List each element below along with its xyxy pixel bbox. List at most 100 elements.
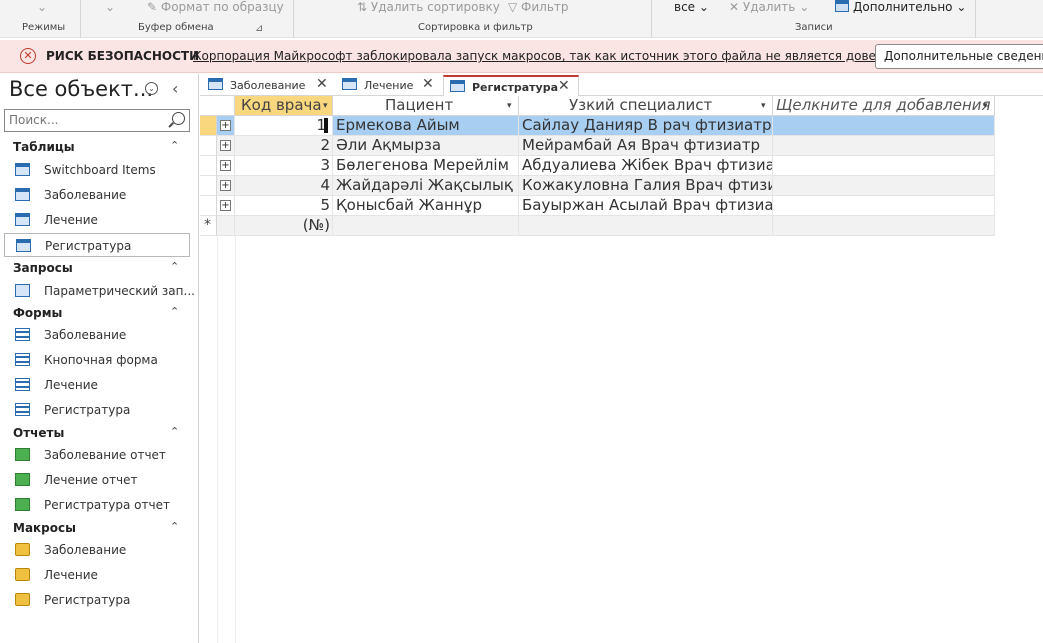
row-selector[interactable] xyxy=(200,196,217,216)
more-button[interactable]: Дополнительно ⌄ xyxy=(835,0,966,14)
report-icon xyxy=(15,498,30,511)
cell-empty[interactable] xyxy=(773,196,995,216)
row-selector[interactable] xyxy=(200,136,217,156)
chevron-up-icon[interactable]: ⌃ xyxy=(170,139,179,152)
nav-item-macro-registratura[interactable]: Регистратура xyxy=(4,588,190,612)
nav-item-form-registratura[interactable]: Регистратура xyxy=(4,398,190,422)
column-header-specialist[interactable]: Узкий специалист ▾ xyxy=(519,96,773,116)
cell-empty[interactable] xyxy=(773,156,995,176)
cell-specialist[interactable]: Абдуалиева Жібек Врач фтизиа xyxy=(519,156,773,176)
row-selector[interactable]: * xyxy=(200,216,217,236)
column-header-click-to-add[interactable]: Щелкните для добавления ▾ xyxy=(773,96,995,116)
nav-item-report-registratura[interactable]: Регистратура отчет xyxy=(4,493,190,517)
close-icon[interactable]: ✕ xyxy=(316,76,328,92)
cell-doctor-code[interactable]: 1 xyxy=(235,116,333,136)
format-painter-button[interactable]: ✎ Формат по образцу xyxy=(147,0,284,14)
close-icon[interactable]: ✕ xyxy=(422,76,434,92)
ribbon-divider xyxy=(651,0,652,38)
ribbon-divider xyxy=(975,0,976,38)
cell-empty[interactable] xyxy=(773,176,995,196)
cell-empty[interactable] xyxy=(773,136,995,156)
cell-patient[interactable] xyxy=(333,216,519,236)
refresh-all-button[interactable]: все ⌄ xyxy=(674,0,709,14)
cell-patient[interactable]: Бөлегенова Мерейлім xyxy=(333,156,519,176)
cell-doctor-code[interactable]: 4 xyxy=(235,176,333,196)
cell-doctor-code[interactable]: (№) xyxy=(235,216,333,236)
chevron-down-icon: ⌄ xyxy=(956,0,967,14)
more-info-button[interactable]: Дополнительные сведения xyxy=(875,44,1043,69)
nav-item-form-lechenie[interactable]: Лечение xyxy=(4,373,190,397)
column-header-patient[interactable]: Пациент ▾ xyxy=(333,96,519,116)
nav-item-report-lechenie[interactable]: Лечение отчет xyxy=(4,468,190,492)
chevron-up-icon[interactable]: ⌃ xyxy=(170,520,179,533)
column-header-doctor-code[interactable]: Код врача ▾ xyxy=(235,96,333,116)
nav-pane-title[interactable]: Все объект... xyxy=(9,77,153,101)
nav-item-macro-zabolevanie[interactable]: Заболевание xyxy=(4,538,190,562)
nav-section-forms[interactable]: Формы xyxy=(13,306,62,320)
cell-specialist[interactable]: Сайлау Данияр В рач фтизиатр xyxy=(519,116,773,136)
nav-menu-chevron-icon[interactable]: ⌄ xyxy=(145,82,158,95)
cell-specialist[interactable]: Кожакуловна Галия Врач фтизиат xyxy=(519,176,773,196)
expand-plus-icon[interactable]: + xyxy=(220,180,231,191)
cell-patient[interactable]: Ермекова Айым xyxy=(333,116,519,136)
nav-item-query-parametric[interactable]: Параметрический зап... xyxy=(4,279,195,303)
expand-plus-icon[interactable]: + xyxy=(220,200,231,211)
nav-item-table-registratura[interactable]: Регистратура xyxy=(4,233,190,257)
chevron-down-icon[interactable]: ⌄ xyxy=(105,0,115,14)
nav-section-tables[interactable]: Таблицы xyxy=(13,140,75,154)
column-dropdown-icon[interactable]: ▾ xyxy=(761,101,766,111)
nav-item-report-zabolevanie[interactable]: Заболевание отчет xyxy=(4,443,190,467)
cell-patient[interactable]: Қонысбай Жаннұр xyxy=(333,196,519,216)
nav-search-input[interactable] xyxy=(9,113,164,127)
clipboard-launcher-icon[interactable]: ⊿ xyxy=(255,23,263,34)
cell-patient[interactable]: Әли Ақмырза xyxy=(333,136,519,156)
tab-registratura[interactable]: Регистратура ✕ xyxy=(443,75,579,96)
chevron-up-icon[interactable]: ⌃ xyxy=(170,425,179,438)
table-icon xyxy=(342,78,357,90)
cell-specialist[interactable] xyxy=(519,216,773,236)
navigation-pane: Все объект... ⌄ ‹ Таблицы ⌃ Switchboard … xyxy=(0,74,199,643)
column-dropdown-icon[interactable]: ▾ xyxy=(983,101,988,111)
row-selector[interactable] xyxy=(200,156,217,176)
views-dropdown-chevron-icon[interactable]: ⌄ xyxy=(37,0,47,14)
expand-plus-icon[interactable]: + xyxy=(220,120,231,131)
nav-item-table-lechenie[interactable]: Лечение xyxy=(4,208,190,232)
collapse-pane-icon[interactable]: ‹ xyxy=(172,79,178,98)
nav-item-form-zabolevanie[interactable]: Заболевание xyxy=(4,323,190,347)
filter-button[interactable]: ▽ Фильтр xyxy=(508,0,569,14)
nav-section-macros[interactable]: Макросы xyxy=(13,521,76,535)
nav-section-queries[interactable]: Запросы xyxy=(13,261,73,275)
cell-empty[interactable] xyxy=(773,216,995,236)
search-icon[interactable] xyxy=(172,112,185,125)
table-icon xyxy=(15,163,30,176)
close-icon[interactable]: ✕ xyxy=(558,78,570,94)
tab-zabolevanie[interactable]: Заболевание ✕ xyxy=(202,75,334,96)
nav-section-reports[interactable]: Отчеты xyxy=(13,426,64,440)
nav-search-box[interactable] xyxy=(4,109,190,132)
nav-item-form-knopochnaya[interactable]: Кнопочная форма xyxy=(4,348,190,372)
expand-plus-icon[interactable]: + xyxy=(220,160,231,171)
cell-doctor-code[interactable]: 3 xyxy=(235,156,333,176)
row-selector[interactable] xyxy=(200,176,217,196)
chevron-up-icon[interactable]: ⌃ xyxy=(170,260,179,273)
chevron-down-icon: ⌄ xyxy=(698,0,709,14)
cell-patient[interactable]: Жайдарәлі Жақсылық xyxy=(333,176,519,196)
column-dropdown-icon[interactable]: ▾ xyxy=(323,101,328,111)
chevron-up-icon[interactable]: ⌃ xyxy=(170,305,179,318)
cell-specialist[interactable]: Мейрамбай Ая Врач фтизиатр xyxy=(519,136,773,156)
delete-button[interactable]: ✕ Удалить ⌄ xyxy=(729,0,809,14)
nav-item-macro-lechenie[interactable]: Лечение xyxy=(4,563,190,587)
nav-item-table-zabolevanie[interactable]: Заболевание xyxy=(4,183,190,207)
select-all-corner[interactable] xyxy=(200,96,235,116)
expand-plus-icon[interactable]: + xyxy=(220,140,231,151)
remove-sort-button[interactable]: ⇅ Удалить сортировку xyxy=(357,0,500,14)
cell-doctor-code[interactable]: 2 xyxy=(235,136,333,156)
cell-doctor-code[interactable]: 5 xyxy=(235,196,333,216)
row-selector[interactable] xyxy=(200,116,217,136)
security-message-link[interactable]: Корпорация Майкрософт заблокировала запу… xyxy=(193,49,929,63)
tab-lechenie[interactable]: Лечение ✕ xyxy=(336,75,442,96)
cell-empty[interactable] xyxy=(773,116,995,136)
column-dropdown-icon[interactable]: ▾ xyxy=(507,101,512,111)
nav-item-table-switchboard-items[interactable]: Switchboard Items xyxy=(4,158,190,182)
cell-specialist[interactable]: Бауыржан Асылай Врач фтизиат xyxy=(519,196,773,216)
